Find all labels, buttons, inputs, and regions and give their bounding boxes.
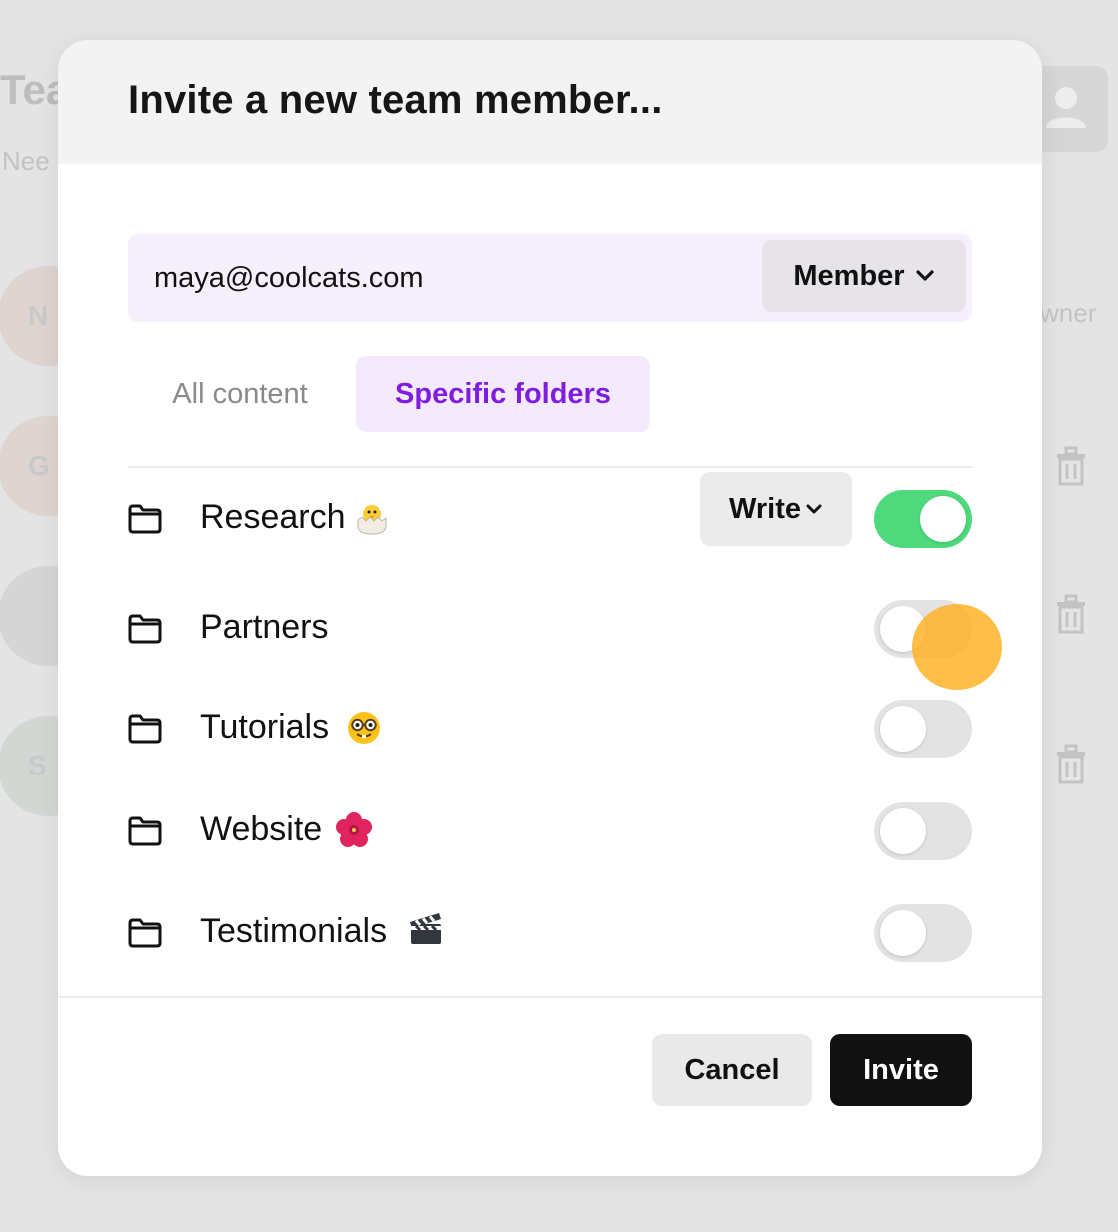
- invite-email-row: Member: [128, 234, 972, 322]
- cursor-highlight: [912, 604, 1002, 690]
- invite-member-modal: Invite a new team member... Member All c…: [58, 40, 1042, 1176]
- toggle-knob: [880, 706, 926, 752]
- toggle-knob: [920, 496, 966, 542]
- nerd-face-icon: [348, 712, 380, 744]
- modal-header: Invite a new team member...: [58, 40, 1042, 164]
- toggle-knob: [880, 910, 926, 956]
- folder-access-toggle[interactable]: [874, 700, 972, 758]
- tab-specific-folders[interactable]: Specific folders: [356, 356, 650, 432]
- permission-dropdown[interactable]: Write: [700, 472, 852, 546]
- trash-icon: [1057, 594, 1085, 634]
- folder-name: Tutorials: [200, 708, 330, 746]
- folder-access-toggle[interactable]: [874, 802, 972, 860]
- divider: [128, 466, 972, 468]
- email-input[interactable]: [154, 234, 714, 322]
- folder-name: Research: [200, 498, 346, 536]
- trash-icon: [1057, 744, 1085, 784]
- folder-access-toggle[interactable]: [874, 904, 972, 962]
- folder-icon: [128, 614, 162, 644]
- background-subtitle: Nee: [2, 146, 50, 176]
- role-dropdown-label: Member: [793, 259, 905, 292]
- hatching-chick-icon: [357, 505, 387, 535]
- folder-icon: [128, 816, 162, 846]
- hibiscus-icon: [336, 812, 372, 847]
- tab-all-content[interactable]: All content: [128, 356, 352, 432]
- folder-name: Website: [200, 810, 323, 848]
- toggle-knob: [880, 808, 926, 854]
- folder-name: Partners: [200, 608, 329, 646]
- invite-button[interactable]: Invite: [830, 1034, 972, 1106]
- background-role-label: wner: [1040, 298, 1097, 328]
- folder-access-toggle[interactable]: [874, 490, 972, 548]
- folder-row-research: Research Write: [128, 472, 972, 550]
- trash-icon: [1057, 446, 1085, 486]
- cancel-button[interactable]: Cancel: [652, 1034, 812, 1106]
- chevron-down-icon: [806, 504, 822, 514]
- folder-row-testimonials: Testimonials: [128, 904, 972, 964]
- folder-icon: [128, 714, 162, 744]
- folder-icon: [128, 504, 162, 534]
- folder-name: Testimonials: [200, 912, 388, 950]
- folder-row-website: Website: [128, 802, 972, 862]
- chevron-down-icon: [915, 270, 934, 281]
- permission-dropdown-label: Write: [729, 492, 801, 525]
- role-dropdown[interactable]: Member: [762, 240, 966, 312]
- clapper-board-icon: [410, 913, 441, 944]
- folder-row-tutorials: Tutorials: [128, 700, 972, 760]
- access-scope-tabs: All content Specific folders: [128, 356, 650, 432]
- folder-row-partners: Partners: [128, 600, 972, 660]
- footer-divider: [58, 996, 1042, 998]
- user-icon: [1046, 87, 1086, 128]
- modal-title: Invite a new team member...: [128, 77, 663, 122]
- folder-icon: [128, 918, 162, 948]
